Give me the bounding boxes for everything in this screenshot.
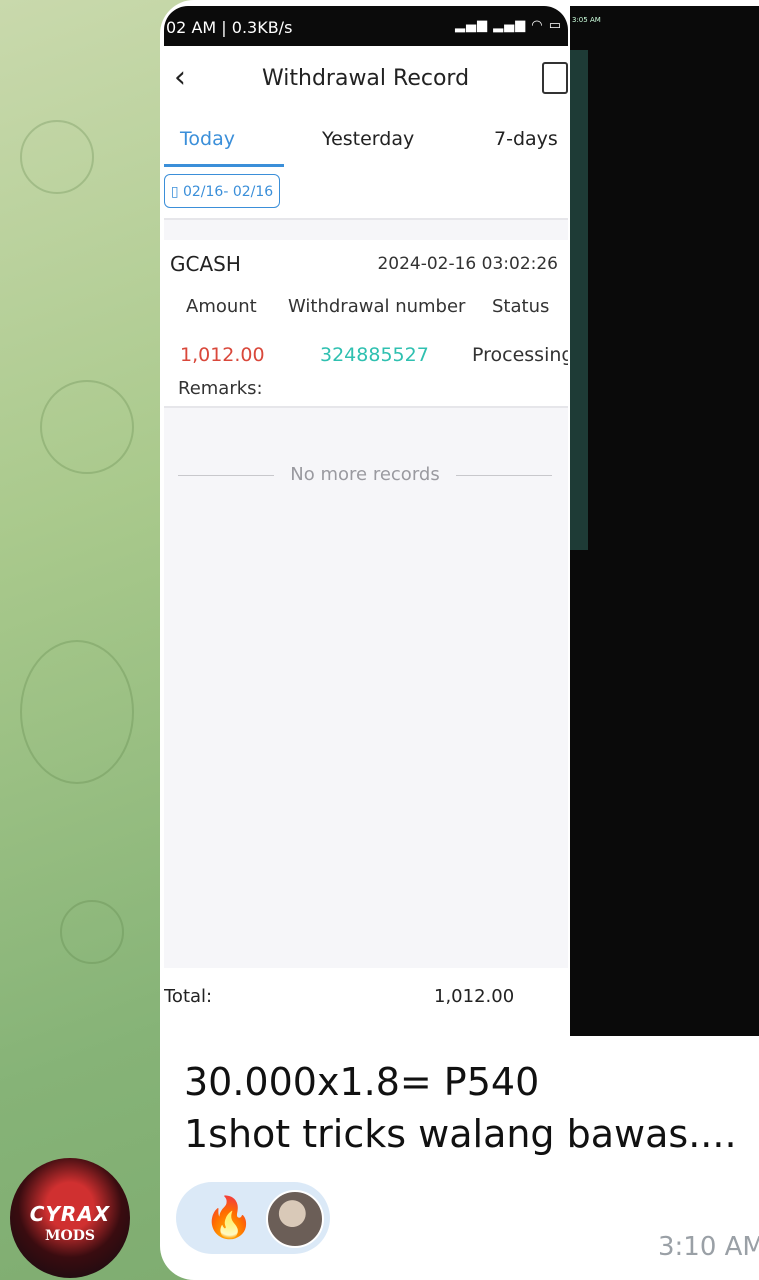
amount-header: Amount	[186, 296, 257, 317]
tab-7-days[interactable]: 7-days	[494, 128, 558, 150]
no-more-records-text: No more records	[290, 464, 440, 485]
background-doodle	[40, 380, 134, 474]
clipboard-icon[interactable]	[542, 62, 568, 94]
app-bar: ‹ Withdrawal Record	[164, 46, 568, 112]
avatar-sub: MODS	[45, 1228, 95, 1244]
active-tab-indicator	[164, 164, 284, 167]
withdrawal-number-value: 324885527	[320, 344, 429, 366]
background-doodle	[20, 640, 134, 784]
withdrawal-record-card[interactable]: GCASH 2024-02-16 03:02:26 Amount Withdra…	[164, 240, 568, 408]
total-label: Total:	[164, 986, 213, 1007]
fire-emoji: 🔥	[204, 1195, 254, 1241]
date-filter-bar: ▯ 02/16- 02/16	[164, 168, 568, 220]
status-icons: ▂▄▆ ▂▄▆ ◠ ▭	[454, 18, 562, 33]
payment-method: GCASH	[170, 252, 241, 276]
status-bar-time: 02 AM | 0.3KB/s	[166, 18, 293, 37]
total-value: 1,012.00	[434, 986, 515, 1007]
amount-value: 1,012.00	[180, 344, 265, 366]
withdrawal-screenshot[interactable]: 02 AM | 0.3KB/s ▂▄▆ ▂▄▆ ◠ ▭ ‹ Withdrawal…	[164, 6, 568, 1026]
status-bar: 02 AM | 0.3KB/s ▂▄▆ ▂▄▆ ◠ ▭	[164, 6, 568, 46]
avatar-brand: CYRAX	[29, 1202, 111, 1226]
message-line-2: 1shot tricks walang bawas....	[184, 1112, 737, 1156]
no-more-records: No more records	[178, 464, 552, 488]
message-time: 3:10 AM	[658, 1232, 759, 1262]
status-header: Status	[492, 296, 550, 317]
record-datetime: 2024-02-16 03:02:26	[377, 254, 558, 274]
message-bubble[interactable]: 02 AM | 0.3KB/s ▂▄▆ ▂▄▆ ◠ ▭ ‹ Withdrawal…	[160, 0, 759, 1280]
chevron-left-icon[interactable]: ‹	[174, 60, 186, 95]
background-doodle	[20, 120, 94, 194]
total-bar: Total: 1,012.00	[164, 968, 568, 1026]
page-title: Withdrawal Record	[262, 66, 470, 91]
reaction-chip[interactable]: 🔥	[176, 1182, 330, 1254]
sender-avatar[interactable]: CYRAX MODS	[10, 1158, 130, 1278]
redacted-panel	[570, 50, 588, 550]
background-doodle	[60, 900, 124, 964]
remarks-label: Remarks:	[178, 378, 263, 399]
date-range-chip[interactable]: ▯ 02/16- 02/16	[164, 174, 280, 208]
tab-yesterday[interactable]: Yesterday	[322, 128, 414, 150]
date-tabs: Today Yesterday 7-days	[164, 112, 568, 168]
reactor-avatar	[266, 1190, 324, 1248]
message-line-1: 30.000x1.8= P540	[184, 1060, 540, 1104]
status-value: Processing	[472, 344, 568, 366]
calendar-icon: ▯	[170, 184, 183, 200]
tab-today[interactable]: Today	[180, 128, 235, 150]
date-range-label: 02/16- 02/16	[182, 184, 274, 200]
redacted-screenshot[interactable]: 3:05 AM	[570, 6, 759, 1036]
redacted-time: 3:05 AM	[572, 16, 601, 24]
withdrawal-number-header: Withdrawal number	[288, 296, 466, 317]
